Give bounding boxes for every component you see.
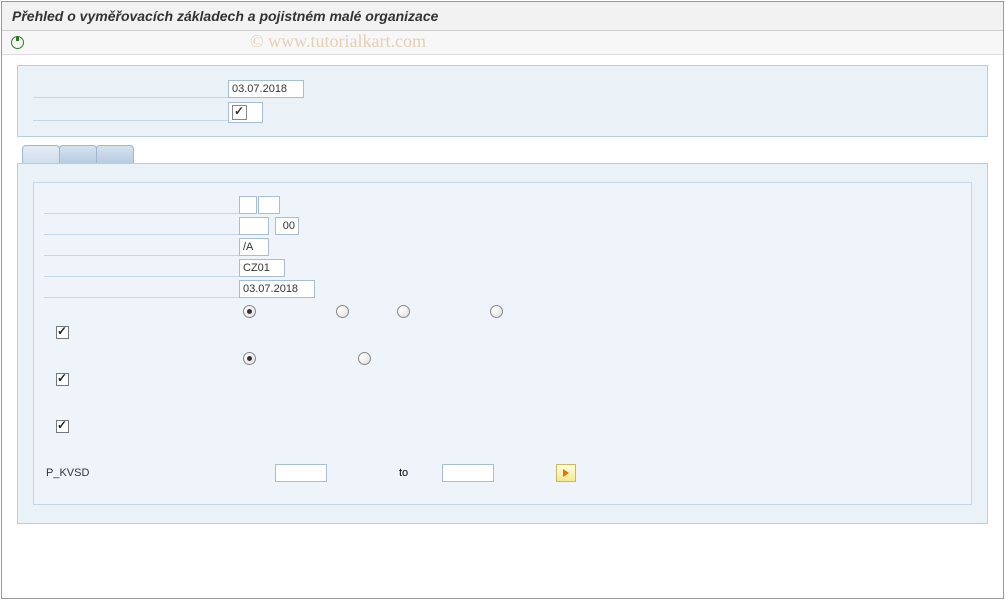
input-5-date[interactable] bbox=[239, 280, 315, 298]
label-row-2 bbox=[44, 217, 239, 235]
radio-r1-4[interactable] bbox=[490, 305, 503, 318]
panel-top bbox=[17, 65, 988, 137]
top-label-1 bbox=[33, 80, 228, 98]
label-row-1 bbox=[44, 196, 239, 214]
checkbox-container-top[interactable] bbox=[228, 102, 263, 123]
label-row-7 bbox=[44, 349, 239, 367]
input-2a[interactable] bbox=[239, 217, 269, 235]
multiple-selection-button[interactable] bbox=[556, 464, 576, 482]
label-row-6 bbox=[44, 302, 239, 320]
tab-strip bbox=[22, 145, 988, 163]
label-row-3 bbox=[44, 238, 239, 256]
tab-1[interactable] bbox=[22, 145, 60, 163]
input-2b[interactable] bbox=[275, 217, 299, 235]
tab-2[interactable] bbox=[59, 145, 97, 163]
input-3[interactable] bbox=[239, 238, 269, 256]
page-title: Přehled o vyměřovacích základech a pojis… bbox=[2, 2, 1003, 31]
label-row-4 bbox=[44, 259, 239, 277]
radio-r2-2[interactable] bbox=[358, 352, 371, 365]
checkbox-top[interactable] bbox=[232, 105, 247, 120]
radio-r1-3[interactable] bbox=[397, 305, 410, 318]
panel-main: P_KVSD to bbox=[17, 163, 988, 524]
input-4[interactable] bbox=[239, 259, 285, 277]
panel-inner: P_KVSD to bbox=[33, 182, 972, 505]
tab-3[interactable] bbox=[96, 145, 134, 163]
radio-r1-2[interactable] bbox=[336, 305, 349, 318]
execute-icon[interactable] bbox=[10, 35, 26, 51]
input-1b[interactable] bbox=[258, 196, 280, 214]
checkbox-1[interactable] bbox=[56, 326, 69, 339]
toolbar bbox=[2, 31, 1003, 55]
pkvsd-label: P_KVSD bbox=[44, 467, 239, 479]
to-label: to bbox=[399, 467, 408, 479]
radio-r2-1[interactable] bbox=[243, 352, 256, 365]
pkvsd-from-input[interactable] bbox=[275, 464, 327, 482]
date-input-top[interactable] bbox=[228, 80, 304, 98]
radio-r1-1[interactable] bbox=[243, 305, 256, 318]
input-1a[interactable] bbox=[239, 196, 257, 214]
checkbox-3[interactable] bbox=[56, 420, 69, 433]
label-row-5 bbox=[44, 280, 239, 298]
checkbox-2[interactable] bbox=[56, 373, 69, 386]
pkvsd-to-input[interactable] bbox=[442, 464, 494, 482]
top-label-2 bbox=[33, 103, 228, 121]
